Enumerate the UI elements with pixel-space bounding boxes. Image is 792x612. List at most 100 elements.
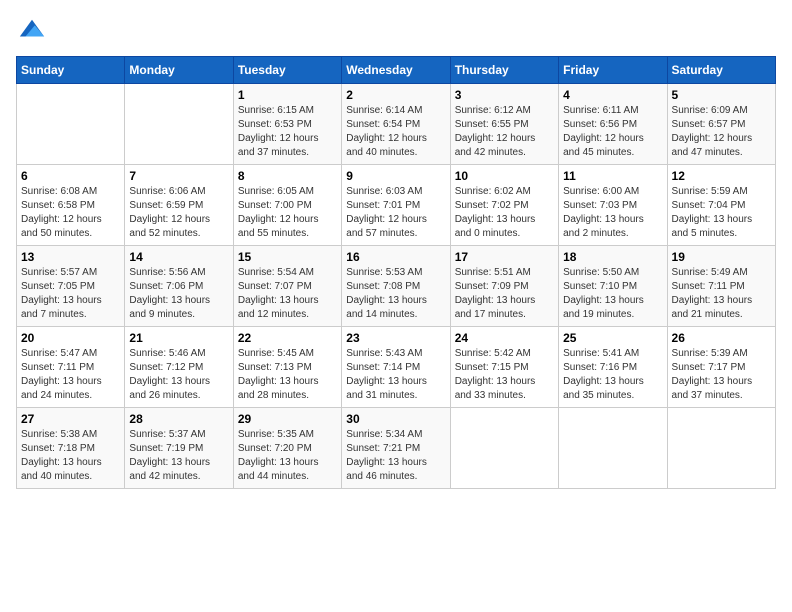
- day-info: Sunrise: 5:39 AM Sunset: 7:17 PM Dayligh…: [672, 347, 771, 403]
- day-number: 10: [455, 169, 554, 183]
- calendar-week-5: 27Sunrise: 5:38 AM Sunset: 7:18 PM Dayli…: [17, 408, 776, 489]
- calendar-cell: 28Sunrise: 5:37 AM Sunset: 7:19 PM Dayli…: [125, 408, 233, 489]
- weekday-header-sunday: Sunday: [17, 57, 125, 84]
- day-number: 16: [346, 250, 445, 264]
- calendar-week-2: 6 Sunrise: 6:08 AM Sunset: 6:58 PM Daylig…: [17, 165, 776, 246]
- day-info: Sunrise: 5:42 AM Sunset: 7:15 PM Dayligh…: [455, 347, 554, 403]
- calendar-cell: 10 Sunrise: 6:02 AM Sunset: 7:02 PM Dayli…: [450, 165, 558, 246]
- day-info: Sunrise: 5:43 AM Sunset: 7:14 PM Dayligh…: [346, 347, 445, 403]
- day-number: 19: [672, 250, 771, 264]
- calendar-cell: 18 Sunrise: 5:50 AM Sunset: 7:10 PM Dayli…: [559, 246, 667, 327]
- day-number: 18: [563, 250, 662, 264]
- day-info: Sunrise: 5:54 AM Sunset: 7:07 PM Dayligh…: [238, 266, 337, 322]
- calendar-cell: 12 Sunrise: 5:59 AM Sunset: 7:04 PM Dayli…: [667, 165, 775, 246]
- day-info: Sunrise: 6:14 AM Sunset: 6:54 PM Dayligh…: [346, 104, 445, 160]
- day-number: 20: [21, 331, 120, 345]
- day-number: 22: [238, 331, 337, 345]
- day-info: Sunrise: 6:11 AM Sunset: 6:56 PM Dayligh…: [563, 104, 662, 160]
- calendar-cell: [559, 408, 667, 489]
- calendar-cell: 27Sunrise: 5:38 AM Sunset: 7:18 PM Dayli…: [17, 408, 125, 489]
- day-info: Sunrise: 5:41 AM Sunset: 7:16 PM Dayligh…: [563, 347, 662, 403]
- weekday-header-tuesday: Tuesday: [233, 57, 341, 84]
- calendar-cell: 4 Sunrise: 6:11 AM Sunset: 6:56 PM Daylig…: [559, 84, 667, 165]
- calendar-cell: 26 Sunrise: 5:39 AM Sunset: 7:17 PM Dayli…: [667, 327, 775, 408]
- calendar-cell: 9 Sunrise: 6:03 AM Sunset: 7:01 PM Daylig…: [342, 165, 450, 246]
- weekday-header-monday: Monday: [125, 57, 233, 84]
- calendar-week-3: 13 Sunrise: 5:57 AM Sunset: 7:05 PM Dayli…: [17, 246, 776, 327]
- calendar-cell: 20Sunrise: 5:47 AM Sunset: 7:11 PM Dayli…: [17, 327, 125, 408]
- calendar-cell: 11 Sunrise: 6:00 AM Sunset: 7:03 PM Dayli…: [559, 165, 667, 246]
- day-number: 11: [563, 169, 662, 183]
- day-number: 3: [455, 88, 554, 102]
- day-number: 13: [21, 250, 120, 264]
- calendar-cell: 7 Sunrise: 6:06 AM Sunset: 6:59 PM Daylig…: [125, 165, 233, 246]
- calendar-cell: 24 Sunrise: 5:42 AM Sunset: 7:15 PM Dayli…: [450, 327, 558, 408]
- day-info: Sunrise: 5:57 AM Sunset: 7:05 PM Dayligh…: [21, 266, 120, 322]
- weekday-header-thursday: Thursday: [450, 57, 558, 84]
- calendar-cell: 19 Sunrise: 5:49 AM Sunset: 7:11 PM Dayli…: [667, 246, 775, 327]
- day-number: 9: [346, 169, 445, 183]
- day-info: Sunrise: 5:49 AM Sunset: 7:11 PM Dayligh…: [672, 266, 771, 322]
- day-info: Sunrise: 6:00 AM Sunset: 7:03 PM Dayligh…: [563, 185, 662, 241]
- calendar-cell: 8 Sunrise: 6:05 AM Sunset: 7:00 PM Daylig…: [233, 165, 341, 246]
- day-number: 15: [238, 250, 337, 264]
- day-info: Sunrise: 5:53 AM Sunset: 7:08 PM Dayligh…: [346, 266, 445, 322]
- day-number: 7: [129, 169, 228, 183]
- day-number: 6: [21, 169, 120, 183]
- day-number: 17: [455, 250, 554, 264]
- calendar-cell: 21Sunrise: 5:46 AM Sunset: 7:12 PM Dayli…: [125, 327, 233, 408]
- day-info: Sunrise: 5:51 AM Sunset: 7:09 PM Dayligh…: [455, 266, 554, 322]
- day-number: 14: [129, 250, 228, 264]
- calendar-cell: 17 Sunrise: 5:51 AM Sunset: 7:09 PM Dayli…: [450, 246, 558, 327]
- calendar-cell: 25 Sunrise: 5:41 AM Sunset: 7:16 PM Dayli…: [559, 327, 667, 408]
- weekday-header-wednesday: Wednesday: [342, 57, 450, 84]
- day-info: Sunrise: 6:03 AM Sunset: 7:01 PM Dayligh…: [346, 185, 445, 241]
- day-info: Sunrise: 5:45 AM Sunset: 7:13 PM Dayligh…: [238, 347, 337, 403]
- day-number: 4: [563, 88, 662, 102]
- calendar-cell: 1 Sunrise: 6:15 AM Sunset: 6:53 PM Daylig…: [233, 84, 341, 165]
- day-number: 8: [238, 169, 337, 183]
- calendar-week-1: 1 Sunrise: 6:15 AM Sunset: 6:53 PM Daylig…: [17, 84, 776, 165]
- day-info: Sunrise: 6:06 AM Sunset: 6:59 PM Dayligh…: [129, 185, 228, 241]
- day-info: Sunrise: 5:37 AM Sunset: 7:19 PM Dayligh…: [129, 428, 228, 484]
- day-number: 26: [672, 331, 771, 345]
- day-number: 29: [238, 412, 337, 426]
- day-info: Sunrise: 5:34 AM Sunset: 7:21 PM Dayligh…: [346, 428, 445, 484]
- logo-icon: [18, 16, 46, 44]
- day-info: Sunrise: 6:05 AM Sunset: 7:00 PM Dayligh…: [238, 185, 337, 241]
- day-info: Sunrise: 5:56 AM Sunset: 7:06 PM Dayligh…: [129, 266, 228, 322]
- calendar-cell: 3 Sunrise: 6:12 AM Sunset: 6:55 PM Daylig…: [450, 84, 558, 165]
- day-number: 21: [129, 331, 228, 345]
- calendar-cell: [125, 84, 233, 165]
- calendar-cell: 29 Sunrise: 5:35 AM Sunset: 7:20 PM Dayli…: [233, 408, 341, 489]
- calendar-cell: 13 Sunrise: 5:57 AM Sunset: 7:05 PM Dayli…: [17, 246, 125, 327]
- weekday-header-row: SundayMondayTuesdayWednesdayThursdayFrid…: [17, 57, 776, 84]
- day-info: Sunrise: 5:59 AM Sunset: 7:04 PM Dayligh…: [672, 185, 771, 241]
- calendar-cell: 23 Sunrise: 5:43 AM Sunset: 7:14 PM Dayli…: [342, 327, 450, 408]
- calendar-table: SundayMondayTuesdayWednesdayThursdayFrid…: [16, 56, 776, 489]
- calendar-cell: [450, 408, 558, 489]
- calendar-cell: 14 Sunrise: 5:56 AM Sunset: 7:06 PM Dayli…: [125, 246, 233, 327]
- day-number: 23: [346, 331, 445, 345]
- calendar-cell: [667, 408, 775, 489]
- calendar-cell: 22 Sunrise: 5:45 AM Sunset: 7:13 PM Dayli…: [233, 327, 341, 408]
- day-info: Sunrise: 6:12 AM Sunset: 6:55 PM Dayligh…: [455, 104, 554, 160]
- day-number: 25: [563, 331, 662, 345]
- day-info: Sunrise: 5:50 AM Sunset: 7:10 PM Dayligh…: [563, 266, 662, 322]
- day-info: Sunrise: 5:35 AM Sunset: 7:20 PM Dayligh…: [238, 428, 337, 484]
- logo: [16, 16, 46, 44]
- day-number: 5: [672, 88, 771, 102]
- day-number: 24: [455, 331, 554, 345]
- calendar-cell: 2Sunrise: 6:14 AM Sunset: 6:54 PM Daylig…: [342, 84, 450, 165]
- day-info: Sunrise: 5:38 AM Sunset: 7:18 PM Dayligh…: [21, 428, 120, 484]
- calendar-cell: 30Sunrise: 5:34 AM Sunset: 7:21 PM Dayli…: [342, 408, 450, 489]
- weekday-header-saturday: Saturday: [667, 57, 775, 84]
- day-info: Sunrise: 6:08 AM Sunset: 6:58 PM Dayligh…: [21, 185, 120, 241]
- calendar-cell: [17, 84, 125, 165]
- day-info: Sunrise: 6:15 AM Sunset: 6:53 PM Dayligh…: [238, 104, 337, 160]
- day-number: 1: [238, 88, 337, 102]
- day-info: Sunrise: 6:02 AM Sunset: 7:02 PM Dayligh…: [455, 185, 554, 241]
- calendar-cell: 5Sunrise: 6:09 AM Sunset: 6:57 PM Daylig…: [667, 84, 775, 165]
- calendar-cell: 16 Sunrise: 5:53 AM Sunset: 7:08 PM Dayli…: [342, 246, 450, 327]
- day-number: 12: [672, 169, 771, 183]
